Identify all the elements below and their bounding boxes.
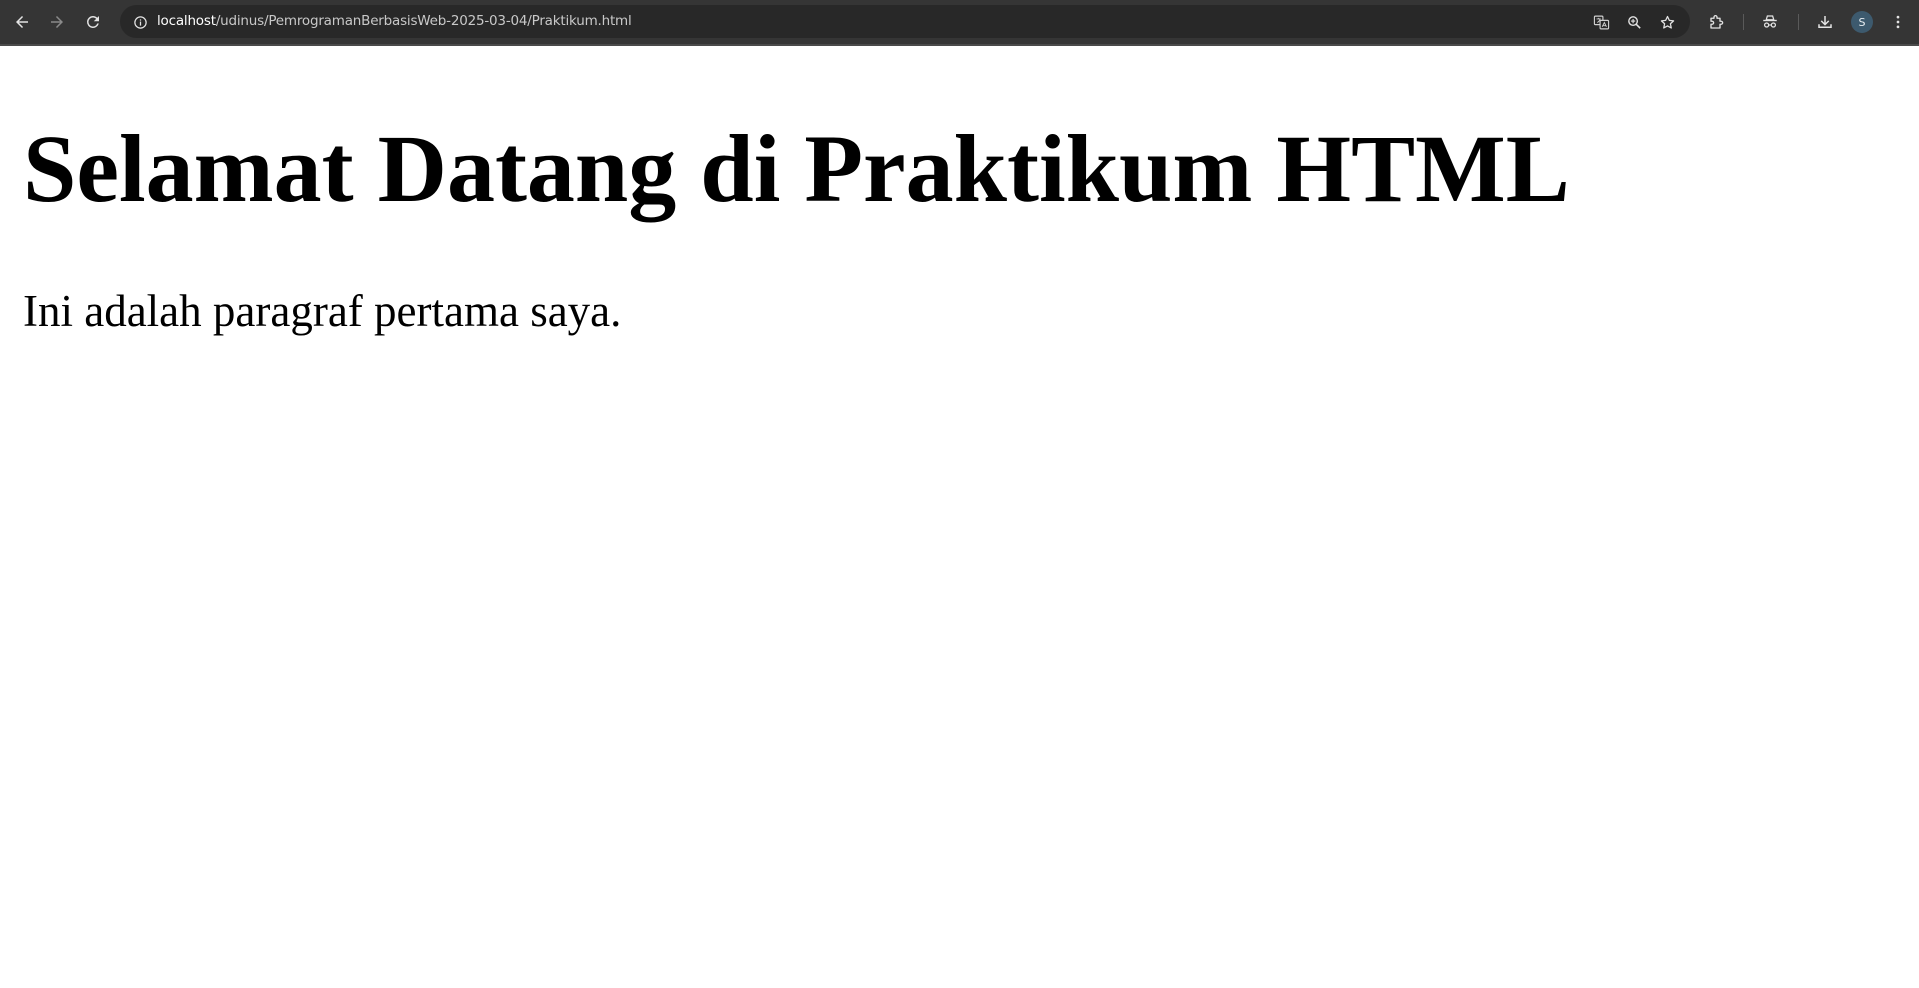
info-icon	[133, 15, 147, 29]
browser-toolbar: localhost/udinus/PemrogramanBerbasisWeb-…	[0, 0, 1919, 46]
url-host: localhost	[157, 13, 216, 29]
reload-icon	[86, 15, 99, 28]
back-arrow-icon	[16, 16, 28, 28]
profile-avatar[interactable]: S	[1851, 11, 1873, 33]
extensions-button[interactable]	[1703, 8, 1731, 36]
menu-button[interactable]	[1884, 8, 1912, 36]
forward-arrow-icon	[51, 16, 63, 28]
puzzle-icon	[1710, 15, 1724, 29]
download-icon	[1818, 16, 1832, 28]
downloads-button[interactable]	[1811, 8, 1839, 36]
toolbar-separator	[1798, 14, 1799, 30]
zoom-button[interactable]	[1622, 10, 1646, 34]
page-paragraph: Ini adalah paragraf pertama saya.	[23, 286, 622, 336]
back-button[interactable]	[7, 7, 37, 37]
incognito-button[interactable]	[1756, 8, 1784, 36]
star-icon	[1660, 15, 1674, 29]
url-text[interactable]: localhost/udinus/PemrogramanBerbasisWeb-…	[157, 13, 632, 29]
bookmark-button[interactable]	[1655, 10, 1679, 34]
kebab-menu-icon	[1896, 15, 1900, 29]
page-heading: Selamat Datang di Praktikum HTML	[23, 115, 1570, 222]
translate-button[interactable]	[1589, 10, 1613, 34]
url-path: /udinus/PemrogramanBerbasisWeb-2025-03-0…	[215, 13, 632, 29]
zoom-icon	[1627, 15, 1641, 29]
incognito-icon	[1763, 15, 1777, 28]
translate-icon	[1593, 15, 1609, 29]
toolbar-separator	[1743, 14, 1744, 30]
page-content: Selamat Datang di Praktikum HTML Ini ada…	[0, 46, 1919, 988]
forward-button[interactable]	[42, 7, 72, 37]
site-info-button[interactable]	[128, 10, 152, 34]
reload-button[interactable]	[78, 7, 108, 37]
address-bar[interactable]: localhost/udinus/PemrogramanBerbasisWeb-…	[120, 5, 1690, 38]
